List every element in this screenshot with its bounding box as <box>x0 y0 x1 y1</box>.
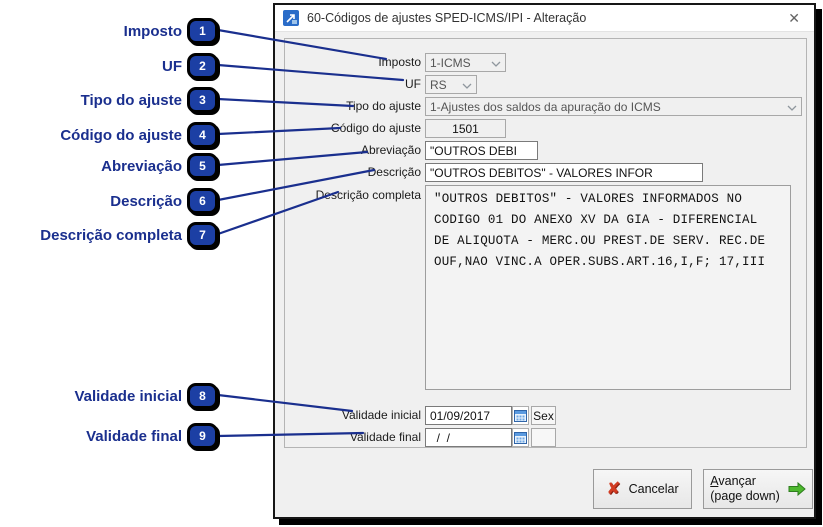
callout-label: Abreviação <box>101 158 182 175</box>
chevron-down-icon <box>462 83 472 89</box>
label-imposto: Imposto <box>378 53 421 72</box>
cancelar-label: Cancelar <box>629 482 679 496</box>
callout-label: Descrição <box>110 193 182 210</box>
abreviacao-input[interactable]: "OUTROS DEBI <box>425 141 538 160</box>
callout-badge-4: 4 <box>187 122 218 148</box>
label-codigo-do-ajuste: Código do ajuste <box>331 119 421 138</box>
callout-label: Validade inicial <box>74 388 182 405</box>
callout-validade-inicial: Validade inicial 8 <box>74 382 218 410</box>
callout-badge-9: 9 <box>187 423 218 449</box>
validade-final-value: / / <box>430 431 450 445</box>
chevron-down-icon <box>787 105 797 111</box>
label-validade-inicial: Validade inicial <box>342 406 421 425</box>
callout-abreviacao: Abreviação 5 <box>101 152 218 180</box>
screenshot-root: Imposto 1 UF 2 Tipo do ajuste 3 Código d… <box>0 0 823 527</box>
callout-badge-6: 6 <box>187 188 218 214</box>
uf-value: RS <box>430 78 447 92</box>
callout-badge-1: 1 <box>187 18 218 44</box>
calendar-icon <box>514 431 527 444</box>
callout-imposto: Imposto 1 <box>124 17 218 45</box>
descricao-completa-textarea[interactable]: "OUTROS DEBITOS" - VALORES INFORMADOS NO… <box>425 185 791 390</box>
callout-badge-5: 5 <box>187 153 218 179</box>
close-icon[interactable]: ✕ <box>782 10 806 27</box>
validade-inicial-calendar-button[interactable] <box>512 406 529 425</box>
imposto-select[interactable]: 1-ICMS <box>425 53 506 72</box>
validade-final-input[interactable]: / / <box>425 428 512 447</box>
avancar-label: Avançar (page down) <box>710 474 780 504</box>
callout-label: Imposto <box>124 23 182 40</box>
descricao-value: "OUTROS DEBITOS" - VALORES INFOR <box>430 166 653 180</box>
codigo-do-ajuste-value: 1501 <box>452 122 479 136</box>
label-descricao: Descrição <box>368 163 421 182</box>
window-title: 60-Códigos de ajustes SPED-ICMS/IPI - Al… <box>307 11 774 25</box>
callout-label: UF <box>162 58 182 75</box>
label-abreviacao: Abreviação <box>361 141 421 160</box>
validade-inicial-input[interactable]: 01/09/2017 <box>425 406 512 425</box>
callout-descricao: Descrição 6 <box>110 187 218 215</box>
callout-badge-2: 2 <box>187 53 218 79</box>
cancel-x-icon: ✘ <box>606 481 620 498</box>
abreviacao-value: "OUTROS DEBI <box>430 144 517 158</box>
validade-inicial-weekday-box: Sex <box>531 406 556 425</box>
validade-final-weekday-box <box>531 428 556 447</box>
validade-inicial-value: 01/09/2017 <box>430 409 490 423</box>
tipo-do-ajuste-value: 1-Ajustes dos saldos da apuração do ICMS <box>430 100 661 114</box>
callout-tipo-do-ajuste: Tipo do ajuste 3 <box>81 86 218 114</box>
chevron-down-icon <box>491 61 501 67</box>
calendar-icon <box>514 409 527 422</box>
dialog-window: 60-Códigos de ajustes SPED-ICMS/IPI - Al… <box>273 3 816 519</box>
callout-label: Descrição completa <box>40 227 182 244</box>
callout-label: Código do ajuste <box>60 127 182 144</box>
callout-validade-final: Validade final 9 <box>86 422 218 450</box>
validade-final-calendar-button[interactable] <box>512 428 529 447</box>
callout-badge-3: 3 <box>187 87 218 113</box>
callout-label: Tipo do ajuste <box>81 92 182 109</box>
callout-label: Validade final <box>86 428 182 445</box>
callout-descricao-completa: Descrição completa 7 <box>40 221 218 249</box>
imposto-value: 1-ICMS <box>430 56 471 70</box>
title-bar: 60-Códigos de ajustes SPED-ICMS/IPI - Al… <box>275 5 814 32</box>
green-arrow-icon <box>788 482 806 496</box>
callout-codigo-do-ajuste: Código do ajuste 4 <box>60 121 218 149</box>
uf-select[interactable]: RS <box>425 75 477 94</box>
avancar-button[interactable]: Avançar (page down) <box>703 469 813 509</box>
label-descricao-completa: Descrição completa <box>316 186 421 205</box>
tipo-do-ajuste-select[interactable]: 1-Ajustes dos saldos da apuração do ICMS <box>425 97 802 116</box>
callout-badge-8: 8 <box>187 383 218 409</box>
descricao-input[interactable]: "OUTROS DEBITOS" - VALORES INFOR <box>425 163 703 182</box>
app-icon <box>283 10 299 26</box>
label-uf: UF <box>405 75 421 94</box>
codigo-do-ajuste-input[interactable]: 1501 <box>425 119 506 138</box>
label-tipo-do-ajuste: Tipo do ajuste <box>346 97 421 116</box>
callout-badge-7: 7 <box>187 222 218 248</box>
cancelar-button[interactable]: ✘ Cancelar <box>593 469 692 509</box>
callout-uf: UF 2 <box>162 52 218 80</box>
label-validade-final: Validade final <box>350 428 421 447</box>
